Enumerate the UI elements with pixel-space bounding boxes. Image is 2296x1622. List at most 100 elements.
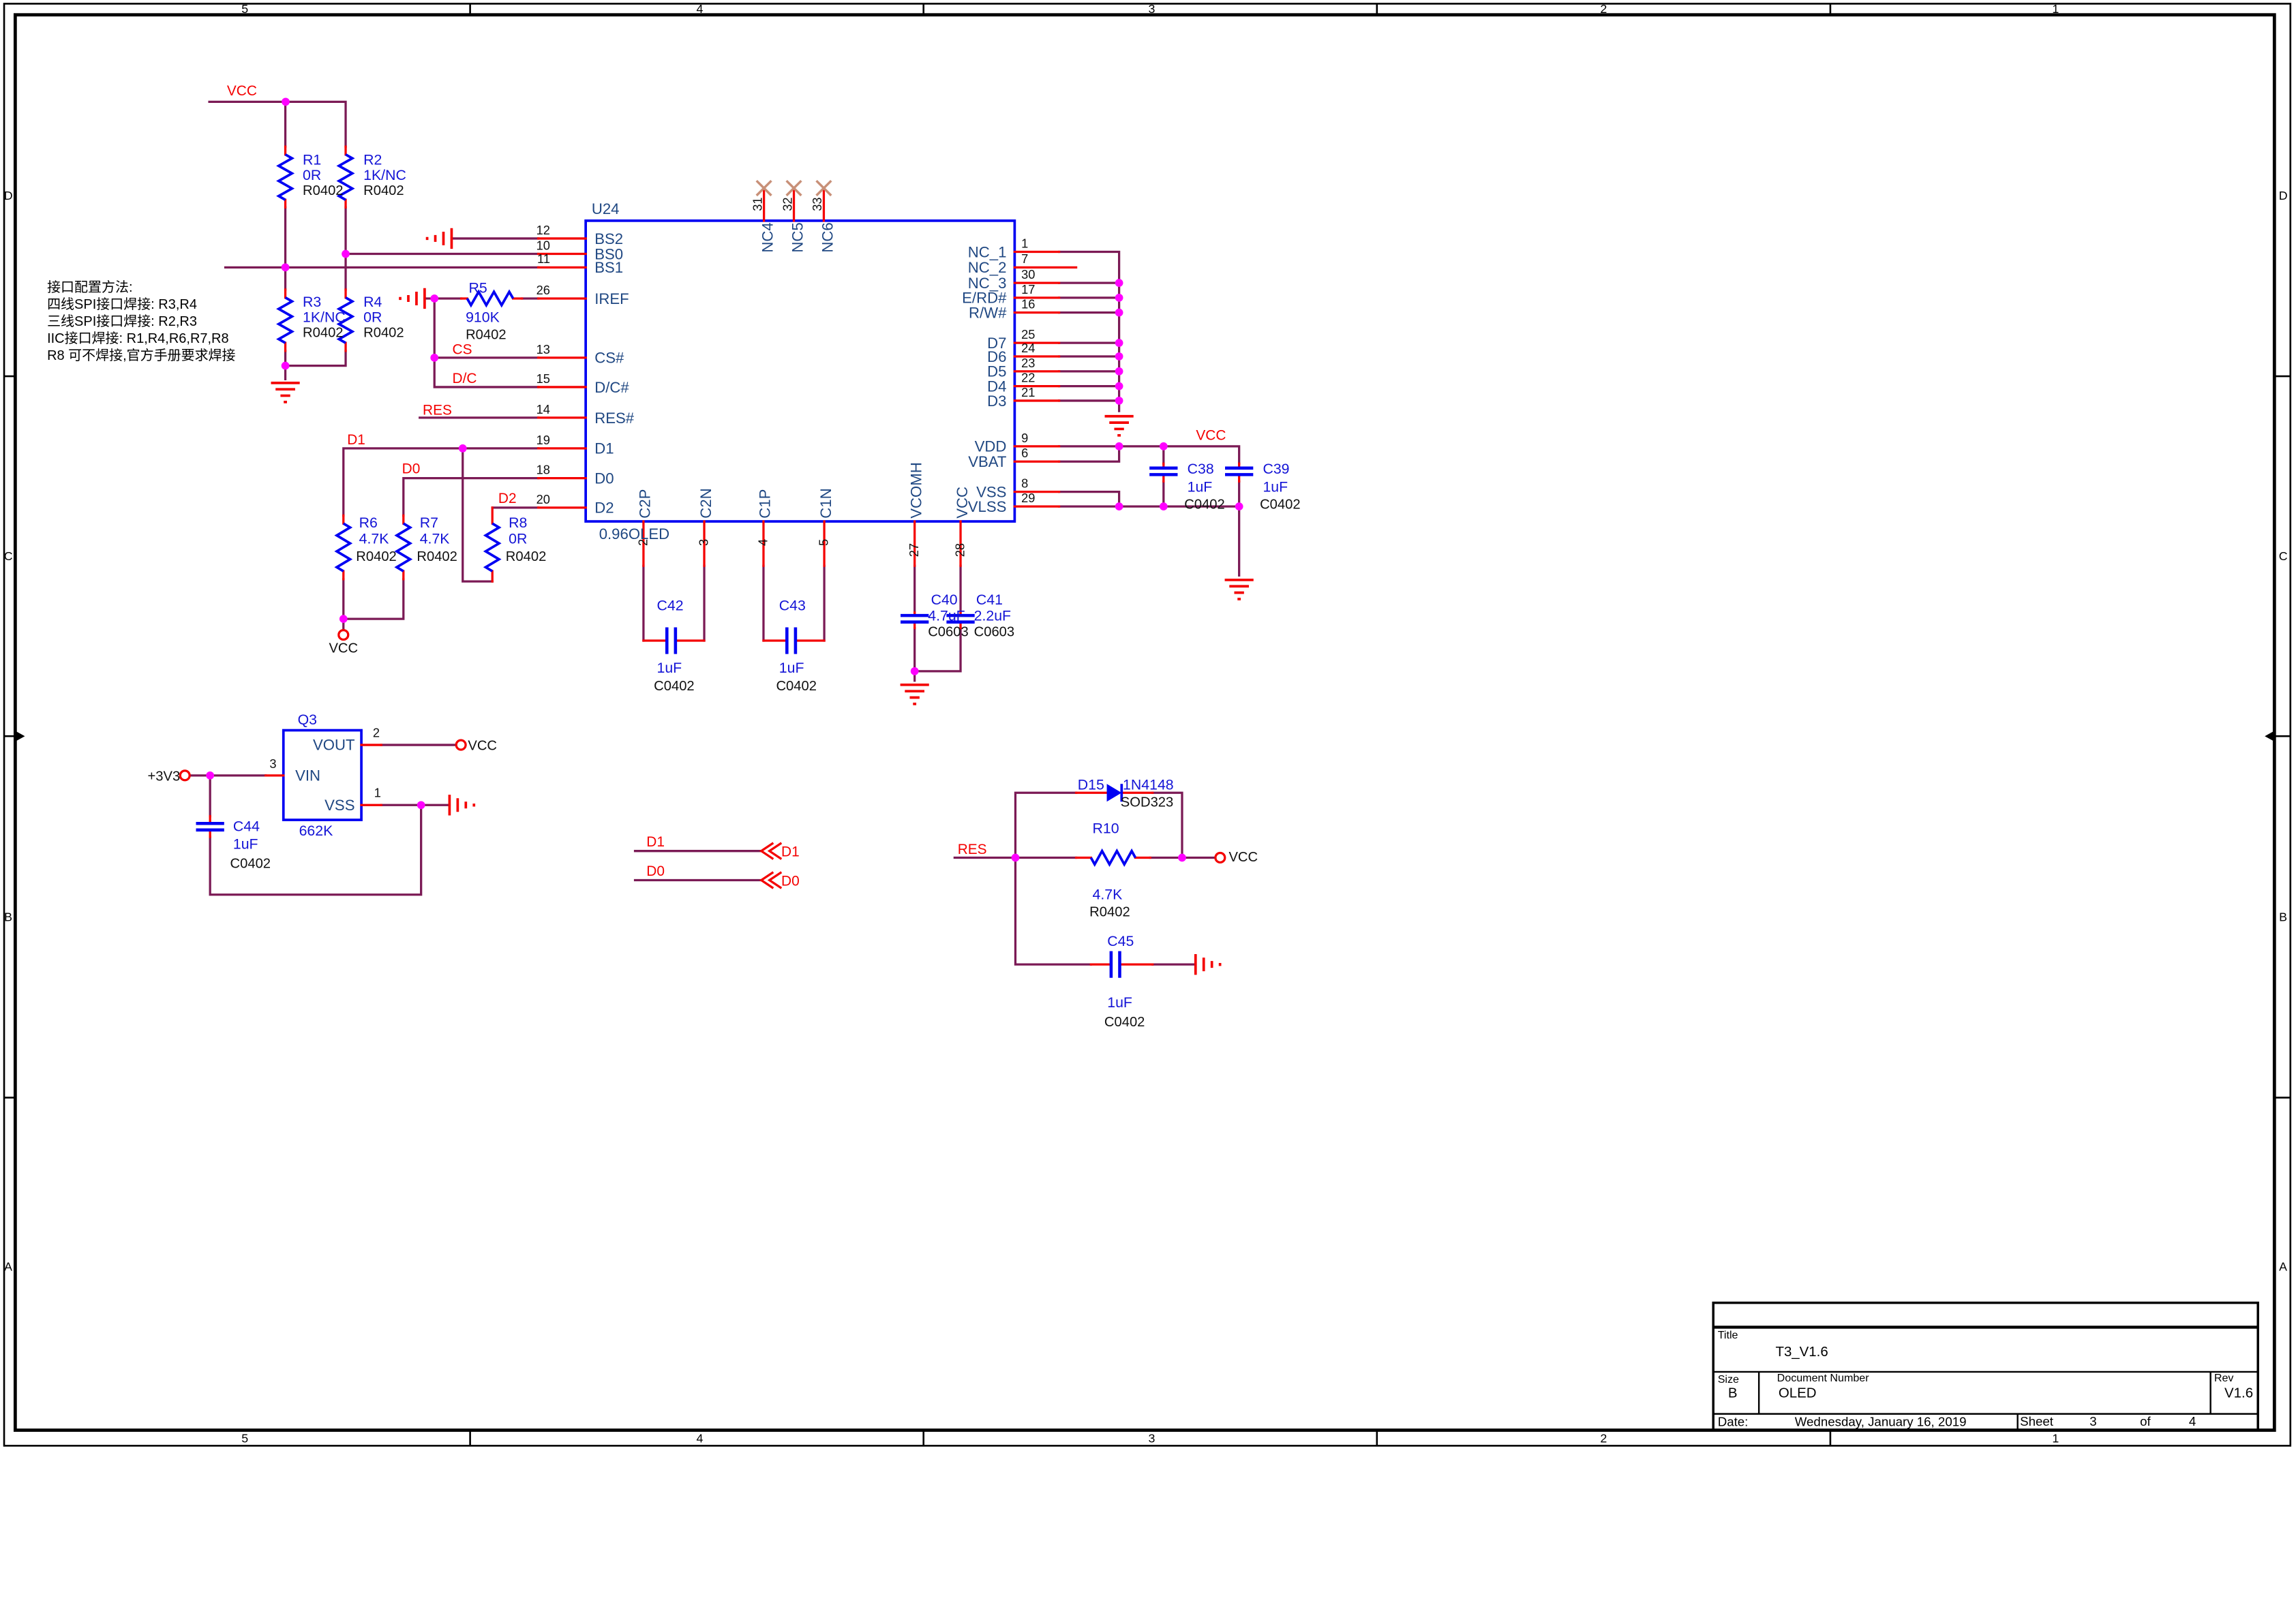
- junction-dot-2: [282, 263, 290, 271]
- junction-dot-21: [1160, 442, 1168, 450]
- label-components-Q3-pin_numbers-1-67: 3: [269, 756, 276, 771]
- label-components-Q3-pin_names-2-65: VSS: [324, 797, 354, 814]
- label-components-C38-ref-40: C38: [1188, 461, 1214, 477]
- junction-dot-19: [1115, 397, 1123, 405]
- junction-dot-11: [1178, 854, 1186, 862]
- zone-col-bottom-1: 1: [2052, 1432, 2059, 1445]
- junction-dot-24: [1235, 502, 1243, 510]
- label-nets-d2-21: D2: [498, 491, 517, 506]
- chip-pin-name-NC4: NC4: [759, 222, 776, 252]
- junction-dot-10: [1012, 854, 1020, 862]
- label-nets-d1-19: D1: [347, 432, 365, 448]
- chip-pin-name-VDD: VDD: [975, 438, 1007, 455]
- label-nets-d1-73: D1: [781, 844, 800, 860]
- chip-pin-number-8: 8: [1021, 476, 1028, 491]
- label-components-C42-footprint-54: C0402: [654, 679, 695, 694]
- rev-label: Rev: [2214, 1372, 2234, 1384]
- label-components-R6-footprint-24: R0402: [356, 549, 397, 564]
- zone-row-right-B: B: [2279, 910, 2287, 923]
- label-components-C38-value-41: 1uF: [1188, 479, 1213, 495]
- label-notes-1-33: 四线SPI接口焊接: R3,R4: [47, 296, 197, 312]
- label-components-R8-value-29: 0R: [509, 531, 527, 547]
- date-label: Date:: [1718, 1415, 1749, 1429]
- chip-pin-number-27: 27: [907, 543, 921, 557]
- chip-pin-name-D2: D2: [594, 500, 614, 517]
- chip-pin-number-30: 30: [1021, 267, 1035, 281]
- chip-pin-name-NC_2: NC_2: [968, 259, 1007, 276]
- label-nets-vcc-70: VCC: [468, 738, 497, 753]
- sheet-of-label: of: [2140, 1414, 2151, 1428]
- label-components-Q3-pin_numbers-0-66: 2: [373, 725, 380, 739]
- label-components-C44-ref-58: C44: [233, 818, 260, 834]
- label-components-R10-footprint-81: R0402: [1089, 904, 1130, 919]
- junction-dot-12: [1115, 279, 1123, 287]
- label-components-Q3-ref-61: Q3: [298, 711, 317, 728]
- label-components-D15-ref-76: D15: [1078, 776, 1104, 793]
- power-port-v3v3-icon-1: [180, 771, 190, 780]
- chip-pin-number-26: 26: [537, 283, 550, 297]
- label-components-D15-value-77: 1N4148: [1123, 776, 1174, 793]
- junction-dot-18: [1115, 382, 1123, 391]
- zone-col-top-1: 1: [2052, 2, 2059, 16]
- chip-pin-name-BS2: BS2: [594, 230, 623, 247]
- label-components-Q3-pin_names-1-64: VIN: [295, 767, 320, 784]
- chip-pin-name-R/W#: R/W#: [969, 304, 1007, 321]
- label-components-R10-value-80: 4.7K: [1092, 886, 1122, 902]
- label-notes-3-35: IIC接口焊接: R1,R4,R6,R7,R8: [47, 331, 229, 346]
- label-components-C43-ref-55: C43: [779, 597, 806, 613]
- chip-pin-name-D/C#: D/C#: [594, 379, 629, 396]
- zone-col-top-4: 4: [697, 2, 704, 16]
- sheet-total: 4: [2189, 1414, 2196, 1428]
- chip-pin-name-VLSS: VLSS: [968, 498, 1007, 515]
- label-components-R6-ref-22: R6: [359, 515, 378, 531]
- label-components-C40-ref-46: C40: [931, 592, 958, 608]
- chip-pin-name-IREF: IREF: [594, 290, 629, 307]
- power-port-vcc-icon-0: [339, 630, 348, 640]
- chip-pin-number-5: 5: [817, 539, 831, 546]
- label-notes-2-34: 三线SPI接口焊接: R2,R3: [47, 313, 197, 329]
- junction-dot-13: [1115, 294, 1123, 302]
- label-components-C40-footprint-48: C0603: [928, 625, 969, 640]
- doc-number-label: Document Number: [1777, 1372, 1870, 1384]
- chip-pin-number-11: 11: [537, 251, 550, 266]
- chip-pin-number-28: 28: [952, 543, 967, 557]
- chip-pin-number-3: 3: [696, 539, 710, 546]
- label-components-R3-ref-7: R3: [303, 294, 321, 310]
- zone-row-left-A: A: [4, 1259, 12, 1273]
- chip-pin-name-BS1: BS1: [594, 259, 623, 276]
- chip-pin-number-16: 16: [1021, 297, 1035, 311]
- label-components-C41-value-50: 2.2uF: [974, 608, 1011, 624]
- junction-dot-9: [417, 801, 425, 809]
- chip-pin-name-RES#: RES#: [594, 410, 635, 427]
- zone-col-bottom-4: 4: [697, 1432, 704, 1445]
- label-components-C44-value-59: 1uF: [233, 836, 258, 852]
- chip-pin-name-D1: D1: [594, 440, 614, 457]
- chip-pin-name-NC5: NC5: [789, 222, 806, 252]
- label-nets-vcc-31: VCC: [329, 641, 358, 656]
- label-nets-res-75: RES: [958, 842, 987, 857]
- label-nets-res-18: RES: [423, 403, 452, 418]
- zone-col-bottom-5: 5: [241, 1432, 248, 1445]
- schematic-sheet: 5544332211DDCCBBAA Title T3_V1.6 Size B …: [0, 0, 2296, 1622]
- title-label: Title: [1718, 1329, 1738, 1341]
- chip-pin-name-D3: D3: [987, 393, 1006, 410]
- label-components-R2-footprint-6: R0402: [363, 183, 404, 198]
- label-nets-vcc-85: VCC: [1228, 850, 1258, 865]
- chip-pin-number-18: 18: [537, 463, 550, 477]
- chip-pin-number-12: 12: [537, 223, 550, 237]
- chip-pin-number-23: 23: [1021, 356, 1035, 370]
- label-components-R1-value-2: 0R: [303, 167, 321, 183]
- zone-row-right-A: A: [2279, 1259, 2287, 1273]
- zone-row-right-D: D: [2279, 189, 2288, 202]
- label-components-C43-footprint-57: C0402: [776, 679, 817, 694]
- label-components-C40-value-47: 4.7uF: [928, 608, 965, 624]
- label-components-Q3-value-62: 662K: [299, 823, 333, 839]
- label-components-C42-value-53: 1uF: [656, 660, 682, 676]
- power-port-vcc-icon-3: [1215, 853, 1225, 863]
- rev-value: V1.6: [2224, 1386, 2253, 1401]
- junction-dot-8: [206, 771, 214, 780]
- label-nets-d0-72: D0: [646, 863, 665, 879]
- chip-pin-number-15: 15: [537, 371, 550, 386]
- chip-pin-name-C1P: C1P: [757, 489, 774, 519]
- chip-pin-number-19: 19: [537, 433, 550, 447]
